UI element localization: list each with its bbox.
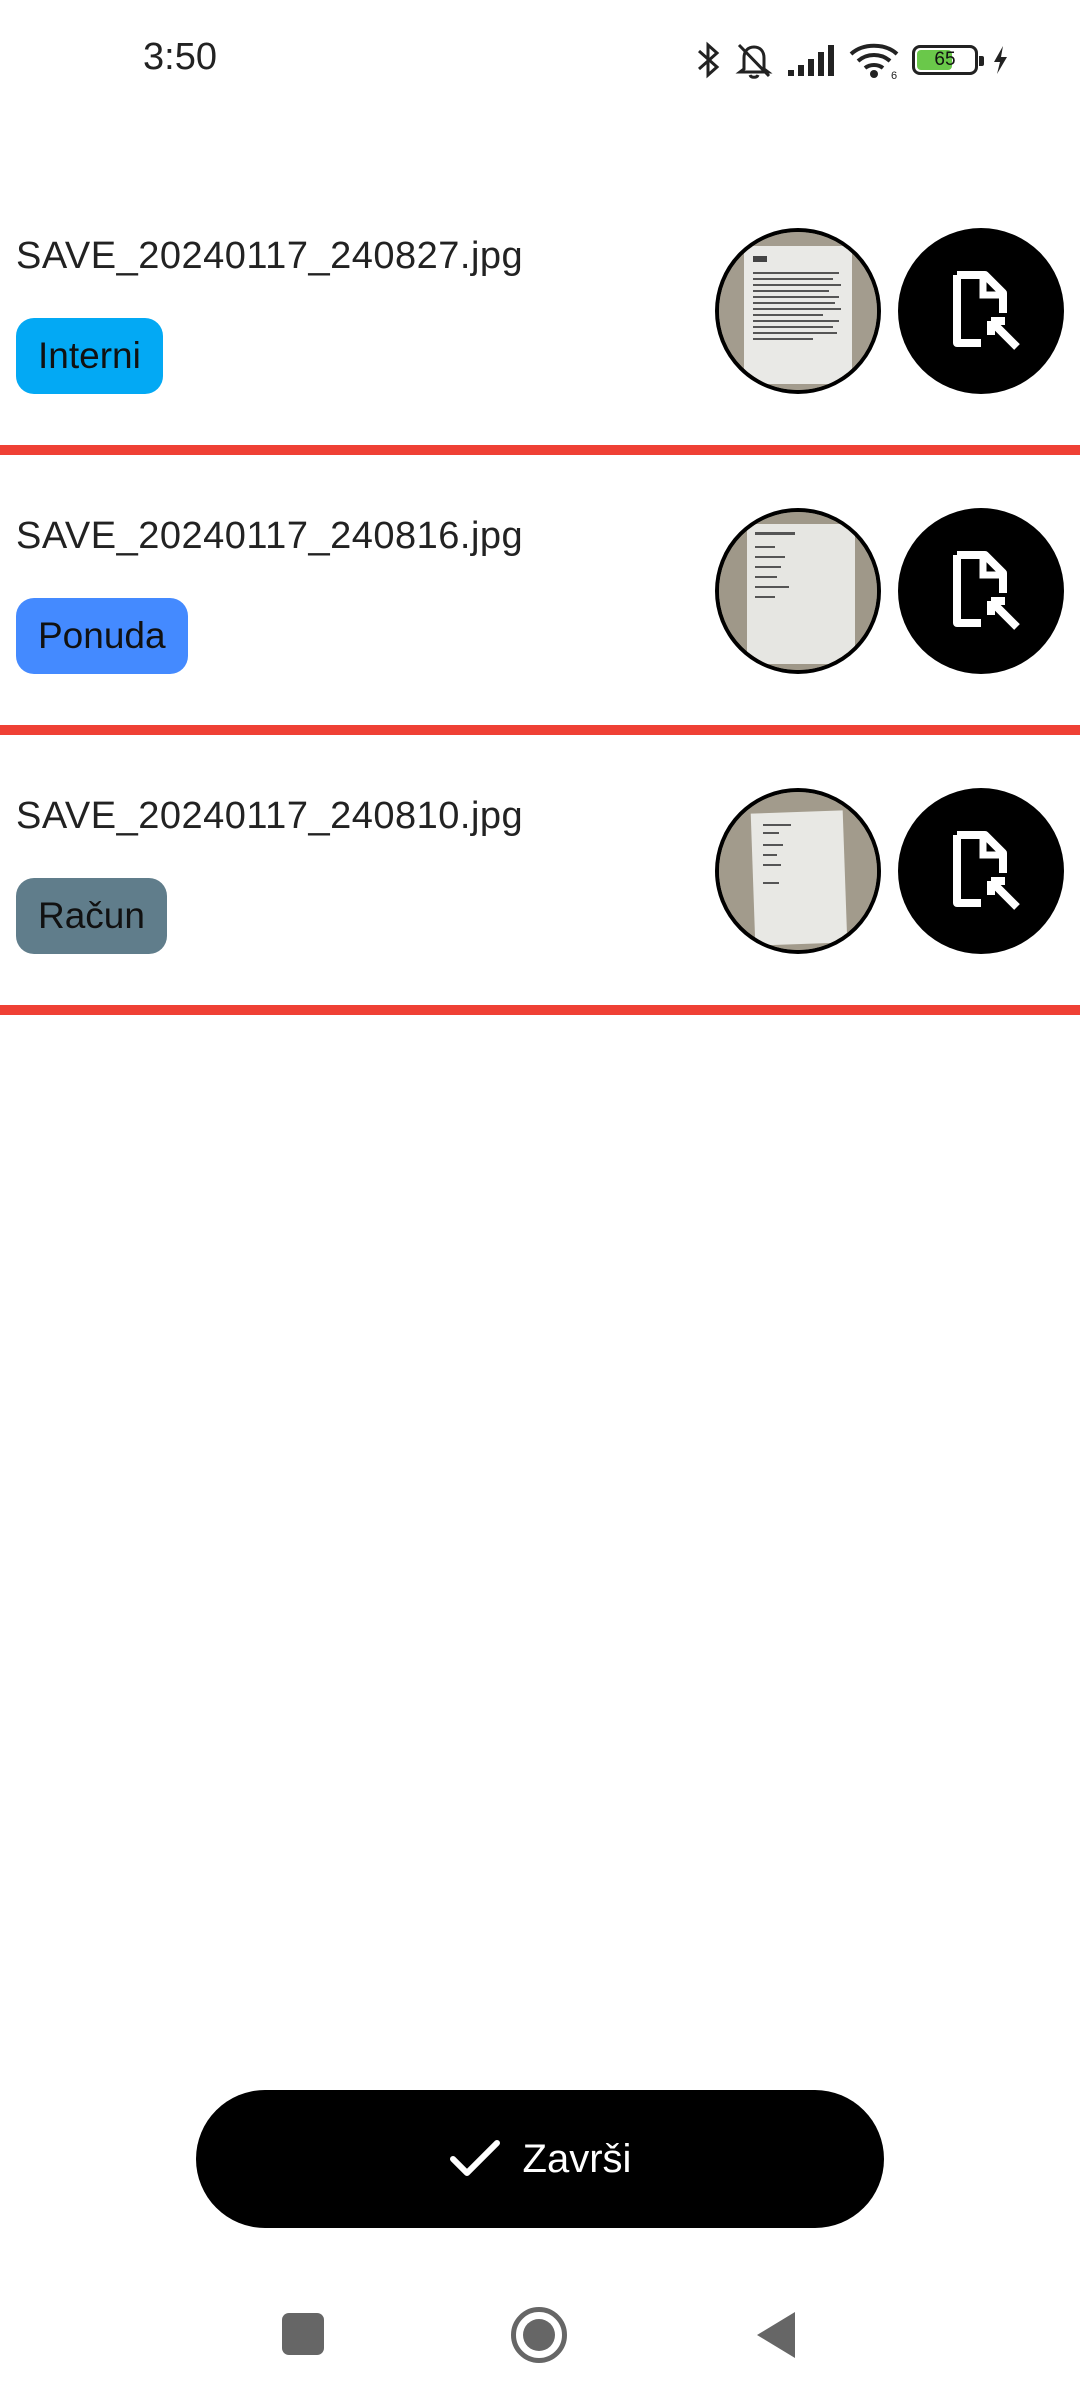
- bluetooth-icon: [698, 41, 720, 79]
- status-time: 3:50: [143, 36, 217, 78]
- file-open-icon: [953, 831, 1020, 910]
- document-photo-thumbnail: [719, 232, 877, 390]
- document-tag[interactable]: Ponuda: [16, 598, 188, 674]
- document-thumbnail[interactable]: [715, 228, 881, 394]
- document-thumbnail[interactable]: [715, 788, 881, 954]
- back-icon[interactable]: [755, 2310, 797, 2360]
- signal-icon: [788, 45, 834, 76]
- open-document-button[interactable]: [898, 228, 1064, 394]
- file-open-icon: [953, 551, 1020, 630]
- document-tag[interactable]: Račun: [16, 878, 167, 954]
- document-list: SAVE_20240117_240827.jpg Interni SAVE_20…: [0, 175, 1080, 1015]
- battery-level: 65: [934, 49, 956, 70]
- document-photo-thumbnail: [719, 792, 877, 950]
- svg-text:6: 6: [891, 70, 897, 80]
- document-photo-thumbnail: [719, 512, 877, 670]
- document-row[interactable]: SAVE_20240117_240810.jpg Račun: [0, 735, 1080, 1015]
- finish-button[interactable]: Završi: [196, 2090, 884, 2228]
- document-thumbnail[interactable]: [715, 508, 881, 674]
- status-icons: 6 65: [696, 36, 1010, 84]
- document-filename: SAVE_20240117_240827.jpg: [16, 235, 524, 277]
- check-icon: [449, 2140, 500, 2176]
- document-filename: SAVE_20240117_240816.jpg: [16, 515, 524, 557]
- status-bar: 3:50 6 65: [0, 0, 1080, 120]
- recents-icon[interactable]: [282, 2313, 324, 2355]
- document-tag[interactable]: Interni: [16, 318, 163, 394]
- charging-icon: [994, 46, 1007, 74]
- navigation-bar: [0, 2270, 1080, 2400]
- document-filename: SAVE_20240117_240810.jpg: [16, 795, 524, 837]
- document-row[interactable]: SAVE_20240117_240816.jpg Ponuda: [0, 455, 1080, 735]
- battery-icon: 65: [912, 45, 984, 75]
- finish-button-label: Završi: [522, 2136, 632, 2181]
- document-row[interactable]: SAVE_20240117_240827.jpg Interni: [0, 175, 1080, 455]
- wifi-icon: 6: [849, 43, 899, 80]
- home-icon[interactable]: [511, 2307, 567, 2363]
- open-document-button[interactable]: [898, 788, 1064, 954]
- file-open-icon: [953, 271, 1020, 350]
- bell-off-icon: [735, 43, 773, 79]
- open-document-button[interactable]: [898, 508, 1064, 674]
